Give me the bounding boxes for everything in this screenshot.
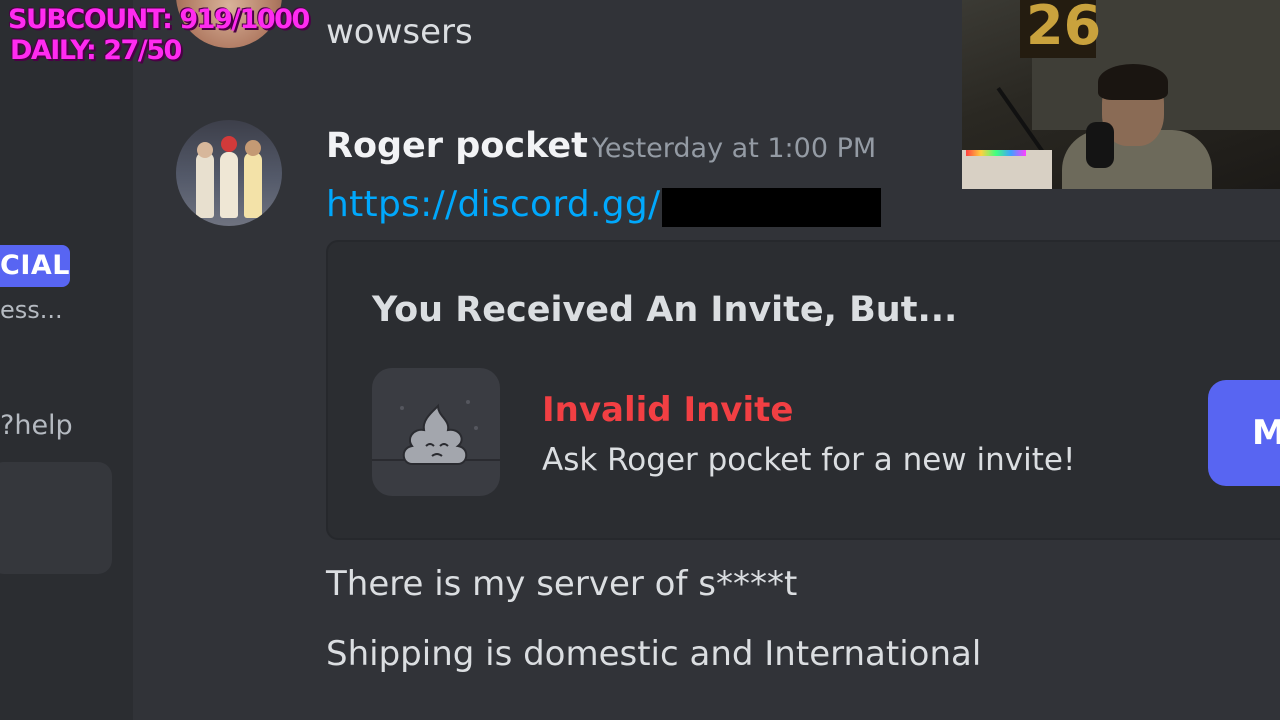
official-badge[interactable]: CIAL [0,245,70,287]
avatar-figure [220,152,238,218]
sidebar-card[interactable] [0,462,112,574]
subcount-text: SUBCOUNT: 919/1000 [8,4,310,35]
invalid-invite-title: Invalid Invite [542,390,794,430]
webcam-feed: 26 [962,0,1280,189]
message-line: Shipping is domestic and International [326,634,982,674]
embed-heading: You Received An Invite, But... [372,290,958,330]
avatar-figure [196,152,214,218]
avatar-figure-head [197,142,213,158]
invite-embed: You Received An Invite, But... Invalid I… [326,240,1280,540]
keyboard-lights [966,150,1026,156]
stream-overlay: SUBCOUNT: 919/1000 DAILY: 27/50 [8,4,310,66]
channel-sidebar: CIAL ess... ?help [0,0,133,720]
balloon-number: 26 [1026,0,1102,57]
join-button[interactable]: M [1208,380,1280,486]
sidebar-help-text: ?help [0,410,73,441]
previous-message-text: wowsers [326,12,473,52]
message-author[interactable]: Roger pocket [326,126,588,166]
sidebar-subtext: ess... [0,296,63,324]
roger-pocket-avatar[interactable] [176,120,282,226]
invalid-invite-icon [372,368,500,496]
avatar-figure-head [245,140,261,156]
streamer-hair [1098,64,1168,100]
invalid-invite-subtitle: Ask Roger pocket for a new invite! [542,442,1076,478]
message-timestamp: Yesterday at 1:00 PM [592,133,877,164]
microphone-icon [1086,122,1114,168]
avatar-figure [244,152,262,218]
redaction-bar [662,188,881,227]
poop-icon [372,400,500,465]
avatar-figure-head [221,136,237,152]
invite-link[interactable]: https://discord.gg/ [326,184,660,225]
daily-text: DAILY: 27/50 [10,35,182,66]
message-line: There is my server of s****t [326,564,798,604]
